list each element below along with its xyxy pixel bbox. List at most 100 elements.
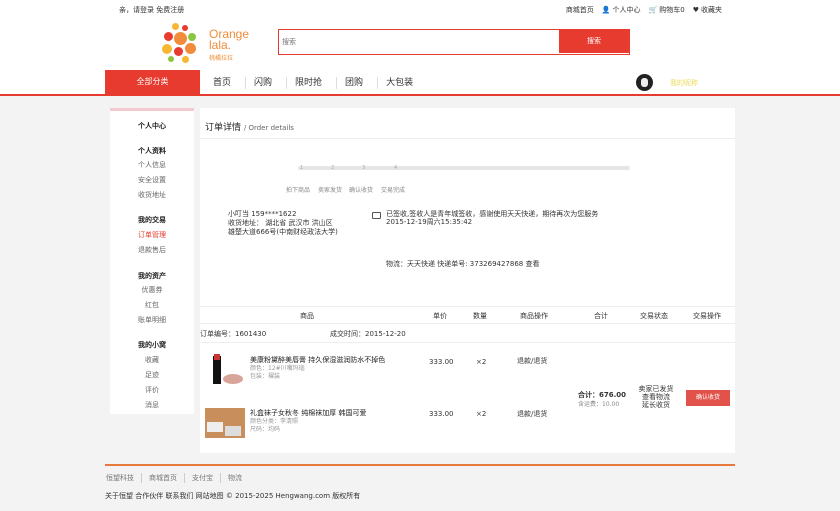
logistics-info[interactable]: 物流：天天快递 快递单号: 373269427868 查看 bbox=[386, 259, 539, 269]
sidebar-item-refunds[interactable]: 退款售后 bbox=[110, 245, 194, 255]
nav-item-home[interactable]: 首页 bbox=[205, 77, 247, 89]
refund-link[interactable]: 退款/退货 bbox=[517, 356, 547, 366]
cart-icon: 🛒 bbox=[648, 6, 658, 14]
avatar[interactable] bbox=[636, 74, 653, 91]
confirm-receipt-button[interactable]: 确认收货 bbox=[686, 390, 730, 406]
product-name[interactable]: 美康粉黛醉美唇膏 持久保湿滋润防水不掉色 bbox=[250, 356, 410, 365]
product-name[interactable]: 礼盒袜子女秋冬 纯棉袜加厚 韩国可爱 bbox=[250, 409, 410, 418]
sidebar-item-bills[interactable]: 账单明细 bbox=[110, 315, 194, 325]
sidebar-item-coupons[interactable]: 优惠券 bbox=[110, 285, 194, 295]
footer-divider bbox=[105, 464, 735, 466]
copyright: 关于恒望 合作伙伴 联系我们 网站地图 © 2015-2025 Hengwang… bbox=[105, 492, 361, 500]
product-attr: 颜色：12#川嘴玛瑙 bbox=[250, 365, 305, 372]
trade-status: 卖家已发货 查看物流 延长收货 bbox=[636, 385, 676, 409]
delivery-notice: 已签收,签收人是青年城签收，感谢使用天天快递，期待再次为您服务 2015-12-… bbox=[386, 210, 599, 226]
nav-item-flash[interactable]: 闪购 bbox=[246, 77, 288, 89]
recipient: 小叮当 159****1622 bbox=[228, 210, 297, 218]
step-label: 卖家发货 bbox=[318, 187, 343, 194]
col-header: 合计 bbox=[594, 312, 608, 320]
unit-price: 333.00 bbox=[429, 410, 454, 418]
step-label: 拍下商品 bbox=[286, 187, 311, 194]
step-number: 1 bbox=[300, 165, 304, 171]
col-header: 交易状态 bbox=[640, 312, 668, 320]
product-attr: 包装：裸装 bbox=[250, 373, 281, 380]
product-attr: 尺码：均码 bbox=[250, 426, 281, 433]
sidebar-center-title[interactable]: 个人中心 bbox=[110, 121, 194, 131]
product-image-lipstick[interactable] bbox=[205, 354, 245, 394]
nav-item-bulk[interactable]: 大包装 bbox=[378, 77, 427, 89]
page-title: 订单详情 / Order details bbox=[205, 123, 294, 133]
footer-link[interactable]: 支付宝 bbox=[185, 473, 221, 483]
shipping-address: 小叮当 159****1622 收货地址： 湖北省 武汉市 洪山区 雄楚大道66… bbox=[228, 210, 338, 237]
col-header: 数量 bbox=[473, 312, 487, 320]
table-header: 商品 单价 数量 商品操作 合计 交易状态 交易操作 bbox=[200, 306, 735, 324]
logo-subtitle: 桃橘拉拉 bbox=[209, 55, 234, 62]
sidebar-item-personal-info[interactable]: 个人信息 bbox=[110, 160, 194, 170]
address-detail: 收货地址： 湖北省 武汉市 洪山区 雄楚大道666号(中南财经政法大学) bbox=[228, 219, 338, 236]
user-icon: 👤 bbox=[601, 6, 611, 14]
footer-links: 恒望科技 商城首页 支付宝 物流 bbox=[106, 473, 249, 483]
step-number: 3 bbox=[362, 165, 366, 171]
link-personal-center[interactable]: 👤 个人中心 bbox=[602, 5, 641, 15]
link-favorites[interactable]: ♥ 收藏夹 bbox=[693, 5, 722, 15]
sidebar-group-title: 我的交易 bbox=[138, 216, 166, 224]
logo-wordmark: Orange lala. bbox=[209, 27, 250, 52]
sidebar-item-footprints[interactable]: 足迹 bbox=[110, 370, 194, 380]
refund-link[interactable]: 退款/退货 bbox=[517, 409, 547, 419]
nav-item-limited[interactable]: 限时抢 bbox=[287, 77, 338, 89]
sidebar-item-red-packets[interactable]: 红包 bbox=[110, 300, 194, 310]
search-button[interactable]: 搜索 bbox=[559, 30, 629, 53]
col-header: 单价 bbox=[433, 312, 447, 320]
step-number: 4 bbox=[394, 165, 398, 171]
quantity: ×2 bbox=[476, 358, 487, 366]
header: Orange lala. 桃橘拉拉 搜索 bbox=[0, 18, 840, 70]
sidebar-item-address[interactable]: 收货地址 bbox=[110, 190, 194, 200]
account-sidebar: 个人中心 个人资料 个人信息 安全设置 收货地址 我的交易 订单管理 退款售后 … bbox=[110, 108, 194, 414]
order-progress-bar bbox=[298, 166, 630, 170]
sidebar-group-title: 我的资产 bbox=[138, 272, 166, 280]
product-image-socks[interactable] bbox=[205, 408, 245, 446]
step-label: 交易完成 bbox=[381, 187, 406, 194]
sidebar-group-title: 我的小窝 bbox=[138, 341, 166, 349]
top-links: 商城首页 👤 个人中心 🛒 购物车0 ♥ 收藏夹 bbox=[566, 5, 722, 15]
footer-link[interactable]: 恒望科技 bbox=[106, 473, 142, 483]
sidebar-item-security[interactable]: 安全设置 bbox=[110, 175, 194, 185]
order-time: 成交时间：2015-12-20 bbox=[330, 330, 406, 338]
all-categories-button[interactable]: 全部分类 bbox=[105, 70, 200, 94]
order-info-row: 订单编号：1601430 成交时间：2015-12-20 bbox=[200, 329, 735, 343]
sidebar-item-orders[interactable]: 订单管理 bbox=[110, 230, 194, 240]
order-detail-panel: 订单详情 / Order details 1 2 3 4 拍下商品 卖家发货 确… bbox=[200, 108, 735, 453]
view-logistics-link[interactable]: 查看物流 bbox=[636, 393, 676, 401]
link-mall-home[interactable]: 商城首页 bbox=[566, 5, 594, 15]
shipping-fee: 含运费：10.00 bbox=[578, 401, 620, 408]
nav-item-group[interactable]: 团购 bbox=[337, 77, 379, 89]
col-header: 交易操作 bbox=[693, 312, 721, 320]
user-nickname[interactable]: 我的昵称 bbox=[670, 78, 698, 88]
site-logo[interactable]: Orange lala. 桃橘拉拉 bbox=[162, 23, 257, 63]
col-header: 商品操作 bbox=[520, 312, 548, 320]
footer-link[interactable]: 物流 bbox=[221, 473, 249, 483]
col-header: 商品 bbox=[300, 312, 314, 320]
nav-menu: 首页 闪购 限时抢 团购 大包装 bbox=[205, 77, 427, 89]
footer-link[interactable]: 商城首页 bbox=[142, 473, 185, 483]
login-prompt[interactable]: 亲，请登录 免费注册 bbox=[119, 5, 184, 15]
top-bar: 亲，请登录 免费注册 商城首页 👤 个人中心 🛒 购物车0 ♥ 收藏夹 bbox=[0, 0, 840, 18]
step-number: 2 bbox=[331, 165, 335, 171]
sidebar-item-messages[interactable]: 消息 bbox=[110, 400, 194, 410]
search-input[interactable] bbox=[279, 30, 559, 53]
heart-icon: ♥ bbox=[692, 6, 699, 14]
message-icon bbox=[372, 212, 381, 219]
logo-dots-icon bbox=[162, 23, 202, 63]
search-bar: 搜索 bbox=[278, 29, 630, 55]
sidebar-item-reviews[interactable]: 评价 bbox=[110, 385, 194, 395]
sidebar-item-favorites[interactable]: 收藏 bbox=[110, 355, 194, 365]
order-number: 订单编号：1601430 bbox=[200, 330, 267, 338]
link-cart[interactable]: 🛒 购物车0 bbox=[649, 5, 685, 15]
extend-receipt-link[interactable]: 延长收货 bbox=[636, 401, 676, 409]
sidebar-group-title: 个人资料 bbox=[138, 147, 166, 155]
main-nav: 全部分类 首页 闪购 限时抢 团购 大包装 我的昵称 bbox=[0, 70, 840, 96]
divider bbox=[200, 138, 735, 139]
quantity: ×2 bbox=[476, 410, 487, 418]
step-label: 确认收货 bbox=[349, 187, 374, 194]
product-attr: 颜色分类：李清照 bbox=[250, 418, 299, 425]
